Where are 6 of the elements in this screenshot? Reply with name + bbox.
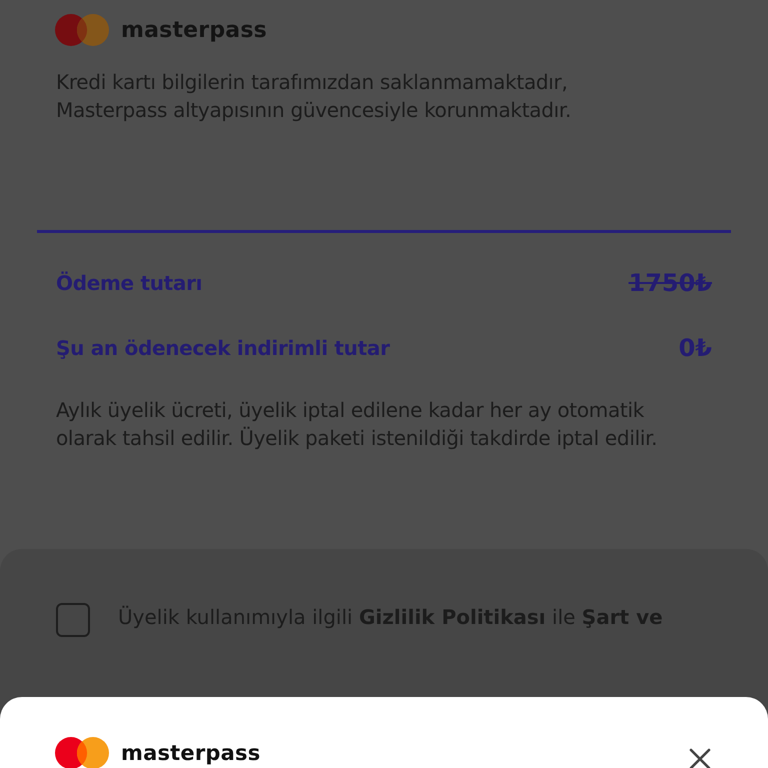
masterpass-logo-icon: [55, 14, 109, 46]
close-icon[interactable]: [688, 747, 712, 768]
brand-name: masterpass: [121, 741, 260, 765]
masterpass-logo-icon: [55, 737, 109, 768]
brand-name: masterpass: [121, 18, 267, 42]
consent-checkbox[interactable]: [56, 603, 90, 637]
